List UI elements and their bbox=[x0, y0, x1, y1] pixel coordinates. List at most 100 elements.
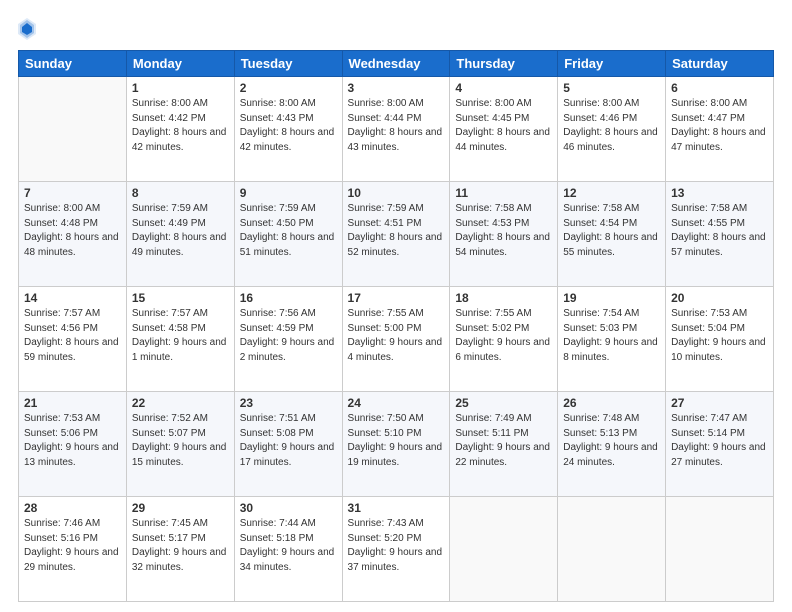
sunset-label: Sunset: 4:42 PM bbox=[132, 113, 206, 124]
calendar-week-4: 21Sunrise: 7:53 AMSunset: 5:06 PMDayligh… bbox=[19, 392, 774, 497]
calendar-day: 23 Sunrise: 7:51 AMSunset: 5:08 PMDayligh… bbox=[234, 392, 342, 497]
calendar-day: 1Sunrise: 8:00 AMSunset: 4:42 PMDaylight… bbox=[126, 77, 234, 182]
daylight-label: Daylight: 9 hours and 13 minutes. bbox=[24, 442, 119, 468]
day-info: Sunrise: 7:52 AM Sunset: 5:07 PM Daylight:… bbox=[132, 412, 229, 470]
sunrise-label: Sunrise: 8:00 AM bbox=[563, 98, 639, 109]
logo-icon bbox=[18, 18, 36, 40]
calendar-day: 5Sunrise: 8:00 AMSunset: 4:46 PMDaylight… bbox=[558, 77, 666, 182]
calendar-day bbox=[558, 497, 666, 602]
sunrise-label: Sunrise: 7:49 AM bbox=[455, 413, 531, 424]
day-info: Sunrise: 7:58 AMSunset: 4:54 PMDaylight:… bbox=[563, 202, 660, 260]
sunset-label: Sunset: 4:51 PM bbox=[348, 218, 422, 229]
daylight-label: Daylight: 9 hours and 2 minutes. bbox=[240, 337, 335, 363]
sunrise-label: Sunrise: 7:43 AM bbox=[348, 518, 424, 529]
day-number: 17 bbox=[348, 291, 445, 305]
sunrise-label: Sunrise: 7:45 AM bbox=[132, 518, 208, 529]
day-number: 15 bbox=[132, 291, 229, 305]
day-number: 21 bbox=[24, 396, 121, 410]
sunrise-label: Sunrise: 7:59 AM bbox=[132, 203, 208, 214]
calendar-day: 11Sunrise: 7:58 AMSunset: 4:53 PMDayligh… bbox=[450, 182, 558, 287]
day-number: 23 bbox=[240, 396, 337, 410]
calendar-day: 28 Sunrise: 7:46 AMSunset: 5:16 PMDayligh… bbox=[19, 497, 127, 602]
day-info: Sunrise: 7:49 AMSunset: 5:11 PMDaylight:… bbox=[455, 412, 552, 470]
sunrise-label: Sunrise: 7:53 AM bbox=[24, 413, 100, 424]
day-number: 28 bbox=[24, 501, 121, 515]
daylight-label: Daylight: 8 hours and 59 minutes. bbox=[24, 337, 119, 363]
daylight-label: Daylight: 8 hours and 42 minutes. bbox=[132, 127, 227, 153]
day-info: Sunrise: 7:46 AMSunset: 5:16 PMDaylight:… bbox=[24, 517, 121, 575]
daylight-label: Daylight: 9 hours and 4 minutes. bbox=[348, 337, 443, 363]
day-info: Sunrise: 7:57 AM Sunset: 4:58 PM Daylight:… bbox=[132, 307, 229, 365]
day-number: 27 bbox=[671, 396, 768, 410]
day-number: 14 bbox=[24, 291, 121, 305]
calendar-day bbox=[450, 497, 558, 602]
daylight-label: Daylight: 9 hours and 8 minutes. bbox=[563, 337, 658, 363]
daylight-label: Daylight: 9 hours and 34 minutes. bbox=[240, 547, 335, 573]
sunrise-label: Sunrise: 7:52 AM bbox=[132, 413, 208, 424]
daylight-label: Daylight: 9 hours and 29 minutes. bbox=[24, 547, 119, 573]
day-number: 24 bbox=[348, 396, 445, 410]
calendar-day: 26Sunrise: 7:48 AMSunset: 5:13 PMDayligh… bbox=[558, 392, 666, 497]
day-info: Sunrise: 8:00 AMSunset: 4:42 PMDaylight:… bbox=[132, 97, 229, 155]
calendar-week-3: 14Sunrise: 7:57 AMSunset: 4:56 PMDayligh… bbox=[19, 287, 774, 392]
daylight-label: Daylight: 9 hours and 1 minute. bbox=[132, 337, 227, 363]
sunset-label: Sunset: 5:11 PM bbox=[455, 428, 528, 439]
sunrise-label: Sunrise: 7:58 AM bbox=[455, 203, 531, 214]
daylight-label: Daylight: 8 hours and 52 minutes. bbox=[348, 232, 443, 258]
daylight-label: Daylight: 8 hours and 55 minutes. bbox=[563, 232, 658, 258]
sunrise-label: Sunrise: 7:53 AM bbox=[671, 308, 747, 319]
day-number: 30 bbox=[240, 501, 337, 515]
sunrise-label: Sunrise: 8:00 AM bbox=[671, 98, 747, 109]
calendar-day bbox=[666, 497, 774, 602]
daylight-label: Daylight: 9 hours and 15 minutes. bbox=[132, 442, 227, 468]
sunset-label: Sunset: 4:44 PM bbox=[348, 113, 422, 124]
daylight-label: Daylight: 8 hours and 48 minutes. bbox=[24, 232, 119, 258]
day-info: Sunrise: 8:00 AMSunset: 4:45 PMDaylight:… bbox=[455, 97, 552, 155]
sunset-label: Sunset: 5:14 PM bbox=[671, 428, 745, 439]
sunrise-label: Sunrise: 7:46 AM bbox=[24, 518, 100, 529]
calendar-day: 15 Sunrise: 7:57 AM Sunset: 4:58 PM Dayligh… bbox=[126, 287, 234, 392]
calendar-table: SundayMondayTuesdayWednesdayThursdayFrid… bbox=[18, 50, 774, 602]
day-number: 29 bbox=[132, 501, 229, 515]
day-number: 13 bbox=[671, 186, 768, 200]
day-info: Sunrise: 8:00 AMSunset: 4:43 PMDaylight:… bbox=[240, 97, 337, 155]
day-info: Sunrise: 7:43 AMSunset: 5:20 PMDaylight:… bbox=[348, 517, 445, 575]
calendar-day: 10Sunrise: 7:59 AMSunset: 4:51 PMDayligh… bbox=[342, 182, 450, 287]
calendar-day: 12Sunrise: 7:58 AMSunset: 4:54 PMDayligh… bbox=[558, 182, 666, 287]
day-info: Sunrise: 7:45 AMSunset: 5:17 PMDaylight:… bbox=[132, 517, 229, 575]
sunset-label: Sunset: 4:50 PM bbox=[240, 218, 314, 229]
day-info: Sunrise: 7:55 AMSunset: 5:02 PMDaylight:… bbox=[455, 307, 552, 365]
sunset-label: Sunset: 5:10 PM bbox=[348, 428, 422, 439]
daylight-label: Daylight: 8 hours and 44 minutes. bbox=[455, 127, 550, 153]
weekday-header-friday: Friday bbox=[558, 51, 666, 77]
day-number: 31 bbox=[348, 501, 445, 515]
calendar-week-1: 1Sunrise: 8:00 AMSunset: 4:42 PMDaylight… bbox=[19, 77, 774, 182]
sunset-label: Sunset: 4:48 PM bbox=[24, 218, 98, 229]
daylight-label: Daylight: 8 hours and 46 minutes. bbox=[563, 127, 658, 153]
sunset-label: Sunset: 4:55 PM bbox=[671, 218, 745, 229]
day-info: Sunrise: 7:44 AMSunset: 5:18 PMDaylight:… bbox=[240, 517, 337, 575]
calendar-day: 17Sunrise: 7:55 AMSunset: 5:00 PMDayligh… bbox=[342, 287, 450, 392]
weekday-header-wednesday: Wednesday bbox=[342, 51, 450, 77]
sunset-label: Sunset: 4:45 PM bbox=[455, 113, 529, 124]
sunrise-label: Sunrise: 7:57 AM bbox=[132, 308, 208, 319]
day-info: Sunrise: 8:00 AM Sunset: 4:46 PM Daylight:… bbox=[563, 97, 660, 155]
calendar-day: 9Sunrise: 7:59 AMSunset: 4:50 PMDaylight… bbox=[234, 182, 342, 287]
day-info: Sunrise: 7:59 AMSunset: 4:51 PMDaylight:… bbox=[348, 202, 445, 260]
day-number: 20 bbox=[671, 291, 768, 305]
daylight-label: Daylight: 9 hours and 27 minutes. bbox=[671, 442, 766, 468]
sunset-label: Sunset: 5:04 PM bbox=[671, 323, 745, 334]
sunset-label: Sunset: 5:02 PM bbox=[455, 323, 529, 334]
day-number: 22 bbox=[132, 396, 229, 410]
weekday-header-row: SundayMondayTuesdayWednesdayThursdayFrid… bbox=[19, 51, 774, 77]
sunset-label: Sunset: 4:46 PM bbox=[563, 113, 637, 124]
sunset-label: Sunset: 4:58 PM bbox=[132, 323, 206, 334]
sunset-label: Sunset: 5:08 PM bbox=[240, 428, 314, 439]
day-info: Sunrise: 7:48 AMSunset: 5:13 PMDaylight:… bbox=[563, 412, 660, 470]
sunset-label: Sunset: 5:07 PM bbox=[132, 428, 206, 439]
day-number: 7 bbox=[24, 186, 121, 200]
sunset-label: Sunset: 5:13 PM bbox=[563, 428, 637, 439]
day-info: Sunrise: 7:51 AMSunset: 5:08 PMDaylight:… bbox=[240, 412, 337, 470]
day-info: Sunrise: 7:54 AMSunset: 5:03 PMDaylight:… bbox=[563, 307, 660, 365]
day-number: 3 bbox=[348, 81, 445, 95]
